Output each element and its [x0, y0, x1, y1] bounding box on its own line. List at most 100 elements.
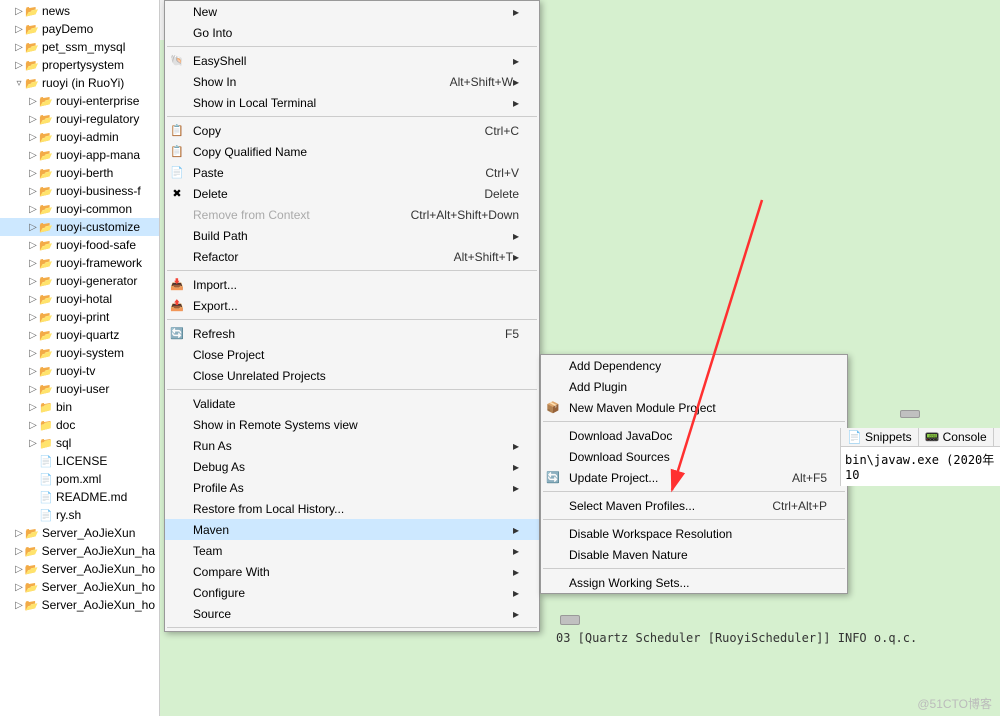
twisty-icon[interactable]: ▷	[28, 420, 38, 430]
twisty-icon[interactable]: ▷	[28, 168, 38, 178]
tree-item[interactable]: 📄pom.xml	[0, 470, 159, 488]
twisty-icon[interactable]: ▷	[28, 294, 38, 304]
tree-item[interactable]: ▷📂ruoyi-hotal	[0, 290, 159, 308]
maven-submenu-item[interactable]: 🔄Update Project...Alt+F5	[541, 467, 847, 488]
twisty-icon[interactable]: ▷	[28, 204, 38, 214]
maven-submenu[interactable]: Add DependencyAdd Plugin📦New Maven Modul…	[540, 354, 848, 594]
tree-item[interactable]: ▷📁sql	[0, 434, 159, 452]
twisty-icon[interactable]: ▷	[28, 330, 38, 340]
tree-item[interactable]: ▷📂ruoyi-quartz	[0, 326, 159, 344]
twisty-icon[interactable]: ▷	[28, 366, 38, 376]
context-menu-item[interactable]: RefactorAlt+Shift+T▸	[165, 246, 539, 267]
tree-item[interactable]: ▷📂news	[0, 2, 159, 20]
maven-submenu-item[interactable]: Download JavaDoc	[541, 425, 847, 446]
twisty-icon[interactable]: ▷	[28, 402, 38, 412]
tree-item[interactable]: ▷📂Server_AoJieXun_ha	[0, 542, 159, 560]
tree-item[interactable]: ▷📂ruoyi-tv	[0, 362, 159, 380]
twisty-icon[interactable]: ▷	[28, 150, 38, 160]
maven-submenu-item[interactable]: Add Plugin	[541, 376, 847, 397]
context-menu-item[interactable]: 📋Copy Qualified Name	[165, 141, 539, 162]
twisty-icon[interactable]	[28, 456, 38, 466]
tree-item[interactable]: ▷📂ruoyi-system	[0, 344, 159, 362]
twisty-icon[interactable]: ▷	[28, 222, 38, 232]
maven-submenu-item[interactable]: Disable Workspace Resolution	[541, 523, 847, 544]
context-menu-item[interactable]: Configure▸	[165, 582, 539, 603]
tree-item[interactable]: ▷📂ruoyi-berth	[0, 164, 159, 182]
twisty-icon[interactable]: ▷	[28, 258, 38, 268]
context-menu-item[interactable]: 🐚EasyShell▸	[165, 50, 539, 71]
context-menu-item[interactable]: Show InAlt+Shift+W▸	[165, 71, 539, 92]
twisty-icon[interactable]: ▷	[28, 438, 38, 448]
twisty-icon[interactable]: ▷	[14, 564, 24, 574]
tree-item[interactable]: ▷📂ruoyi-admin	[0, 128, 159, 146]
tree-item[interactable]: 📄LICENSE	[0, 452, 159, 470]
twisty-icon[interactable]: ▷	[28, 240, 38, 250]
twisty-icon[interactable]: ▷	[14, 6, 24, 16]
context-menu-item[interactable]: Run As▸	[165, 435, 539, 456]
context-menu-item[interactable]: ✖DeleteDelete	[165, 183, 539, 204]
tree-item[interactable]: ▷📂ruoyi-user	[0, 380, 159, 398]
tab-console[interactable]: 📟Console	[919, 428, 994, 446]
twisty-icon[interactable]: ▷	[14, 546, 24, 556]
context-menu-item[interactable]: Go Into	[165, 22, 539, 43]
maven-submenu-item[interactable]: Select Maven Profiles...Ctrl+Alt+P	[541, 495, 847, 516]
context-menu-item[interactable]: Restore from Local History...	[165, 498, 539, 519]
maven-submenu-item[interactable]: Download Sources	[541, 446, 847, 467]
tree-item[interactable]: ▷📂rouyi-enterprise	[0, 92, 159, 110]
twisty-icon[interactable]: ▷	[28, 276, 38, 286]
context-menu-item[interactable]: Close Unrelated Projects	[165, 365, 539, 386]
context-menu-item[interactable]: Show in Remote Systems view	[165, 414, 539, 435]
context-menu[interactable]: New▸Go Into 🐚EasyShell▸Show InAlt+Shift+W…	[164, 0, 540, 632]
twisty-icon[interactable]: ▷	[28, 348, 38, 358]
tree-item[interactable]: ▷📂Server_AoJieXun_ho	[0, 578, 159, 596]
twisty-icon[interactable]: ▷	[28, 186, 38, 196]
twisty-icon[interactable]: ▷	[28, 384, 38, 394]
tree-item[interactable]: ▷📂pet_ssm_mysql	[0, 38, 159, 56]
tree-item[interactable]: 📄README.md	[0, 488, 159, 506]
twisty-icon[interactable]: ▷	[14, 42, 24, 52]
maven-submenu-item[interactable]: Add Dependency	[541, 355, 847, 376]
maven-submenu-item[interactable]: Disable Maven Nature	[541, 544, 847, 565]
tree-item[interactable]: ▷📂ruoyi-business-f	[0, 182, 159, 200]
twisty-icon[interactable]: ▷	[14, 582, 24, 592]
tree-item[interactable]: ▷📂ruoyi-food-safe	[0, 236, 159, 254]
tree-item[interactable]: ▷📂ruoyi-print	[0, 308, 159, 326]
context-menu-item[interactable]: Validate	[165, 393, 539, 414]
context-menu-item[interactable]: Source▸	[165, 603, 539, 624]
context-menu-item[interactable]: Close Project	[165, 344, 539, 365]
tree-item[interactable]: ▷📂ruoyi-generator	[0, 272, 159, 290]
scroll-thumb[interactable]	[900, 410, 920, 418]
context-menu-item[interactable]: 📤Export...	[165, 295, 539, 316]
twisty-icon[interactable]: ▷	[28, 312, 38, 322]
tree-item[interactable]: ▷📂Server_AoJieXun_ho	[0, 560, 159, 578]
maven-submenu-item[interactable]: 📦New Maven Module Project	[541, 397, 847, 418]
twisty-icon[interactable]: ▷	[14, 600, 24, 610]
tree-item[interactable]: ▷📂ruoyi-framework	[0, 254, 159, 272]
tree-item[interactable]: ▷📂ruoyi-customize	[0, 218, 159, 236]
twisty-icon[interactable]: ▿	[14, 78, 24, 88]
twisty-icon[interactable]: ▷	[14, 60, 24, 70]
twisty-icon[interactable]: ▷	[28, 132, 38, 142]
twisty-icon[interactable]	[28, 510, 38, 520]
project-explorer[interactable]: ▷📂news▷📂payDemo▷📂pet_ssm_mysql▷📂property…	[0, 0, 160, 716]
maven-submenu-item[interactable]: Assign Working Sets...	[541, 572, 847, 593]
tree-item[interactable]: ▷📂Server_AoJieXun_ho	[0, 596, 159, 614]
context-menu-item[interactable]: 📋CopyCtrl+C	[165, 120, 539, 141]
tree-item[interactable]: ▷📁bin	[0, 398, 159, 416]
scroll-thumb[interactable]	[560, 615, 580, 625]
tree-item[interactable]: 📄ry.sh	[0, 506, 159, 524]
tree-item[interactable]: ▷📂rouyi-regulatory	[0, 110, 159, 128]
tree-item[interactable]: ▿📂ruoyi (in RuoYi)	[0, 74, 159, 92]
context-menu-item[interactable]: Maven▸	[165, 519, 539, 540]
twisty-icon[interactable]: ▷	[14, 24, 24, 34]
context-menu-item[interactable]: Team▸	[165, 540, 539, 561]
twisty-icon[interactable]: ▷	[28, 114, 38, 124]
twisty-icon[interactable]	[28, 492, 38, 502]
tab-snippets[interactable]: 📄Snippets	[841, 428, 919, 446]
context-menu-item[interactable]: 🔄RefreshF5	[165, 323, 539, 344]
context-menu-item[interactable]: New▸	[165, 1, 539, 22]
tree-item[interactable]: ▷📂ruoyi-app-mana	[0, 146, 159, 164]
tree-item[interactable]: ▷📂Server_AoJieXun	[0, 524, 159, 542]
context-menu-item[interactable]: 📥Import...	[165, 274, 539, 295]
tree-item[interactable]: ▷📂payDemo	[0, 20, 159, 38]
